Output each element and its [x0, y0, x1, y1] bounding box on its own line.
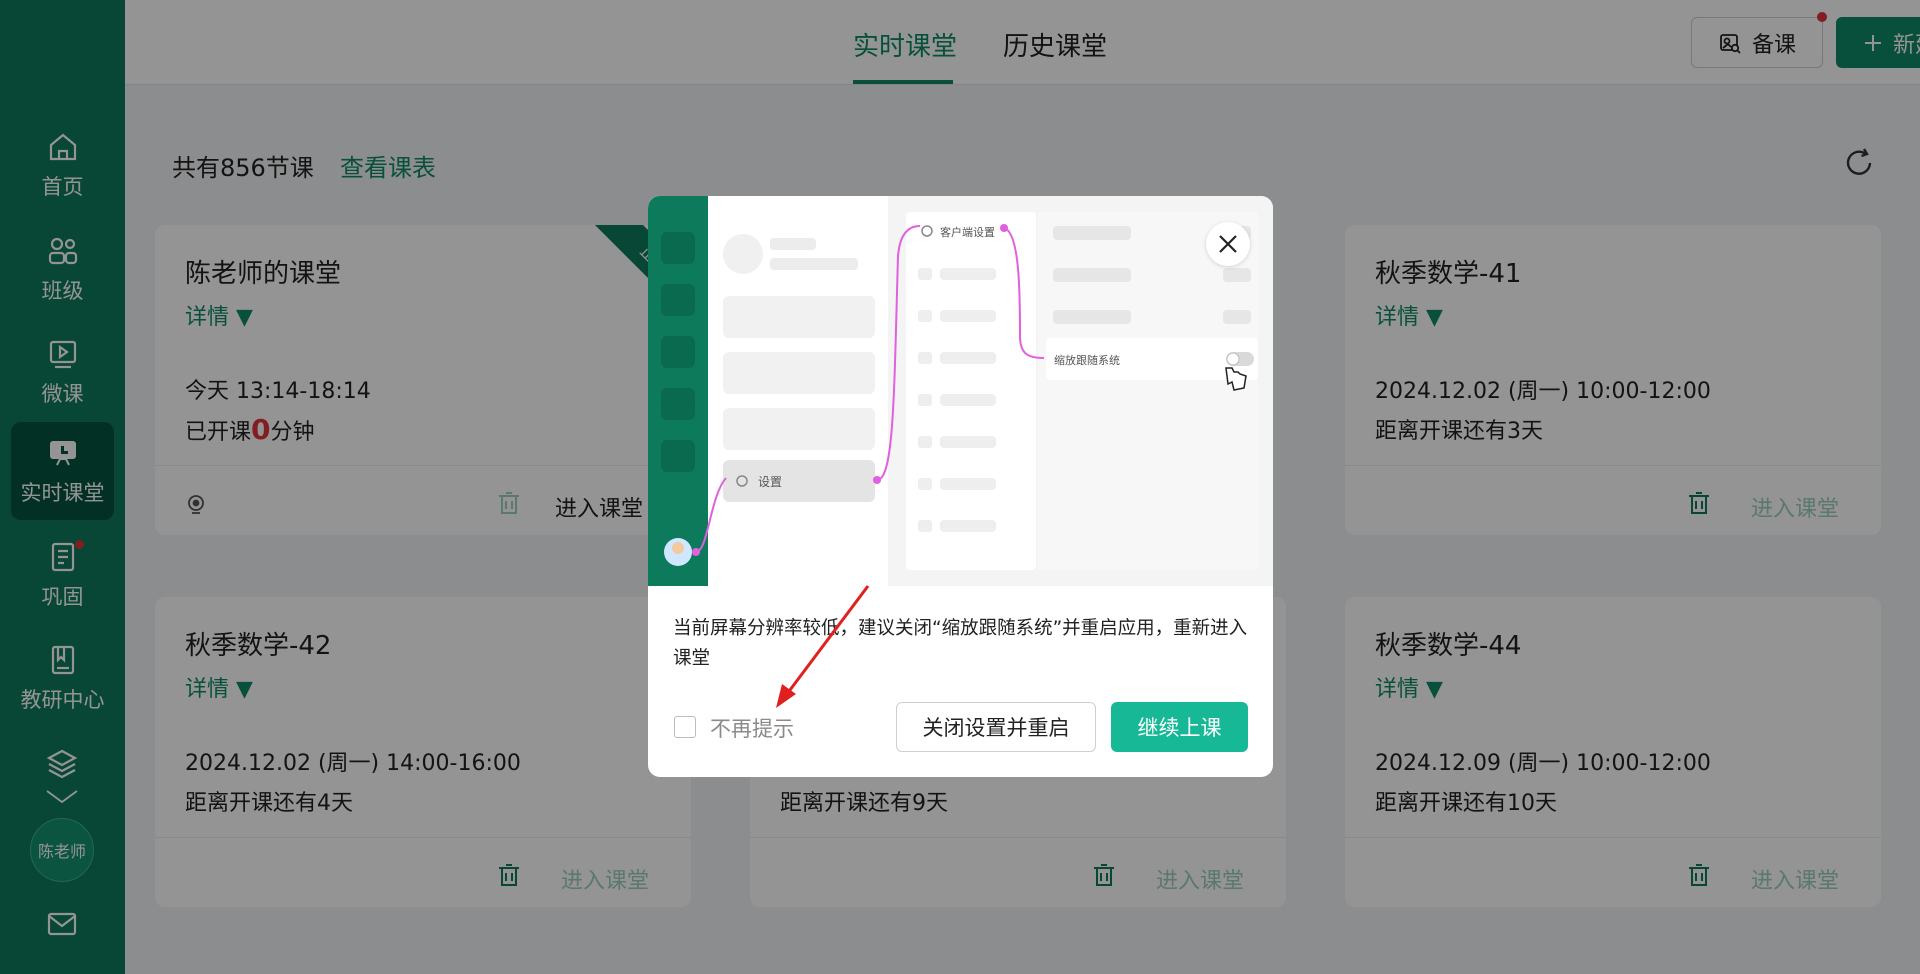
continue-class-button[interactable]: 继续上课 — [1111, 702, 1248, 752]
dont-show-again-checkbox[interactable] — [674, 716, 696, 738]
close-button[interactable] — [1206, 222, 1250, 266]
annotation-arrow — [776, 585, 870, 708]
client-setting-label: 客户端设置 — [940, 225, 995, 239]
settings-illustration: 设置 客户端设置 缩放跟随系统 — [648, 196, 1273, 586]
close-icon — [1219, 235, 1237, 253]
close-setting-restart-button[interactable]: 关闭设置并重启 — [896, 702, 1096, 752]
resolution-warning-dialog: 设置 客户端设置 缩放跟随系统 当前屏幕分辨率较低，建议关闭“缩放跟随系统”并重… — [648, 196, 1273, 777]
dont-show-again-label[interactable]: 不再提示 — [710, 713, 794, 743]
warning-message: 当前屏幕分辨率较低，建议关闭“缩放跟随系统”并重启应用，重新进入课堂 — [673, 618, 1248, 669]
zoom-follow-label: 缩放跟随系统 — [1054, 353, 1120, 367]
setting-label: 设置 — [758, 475, 782, 489]
